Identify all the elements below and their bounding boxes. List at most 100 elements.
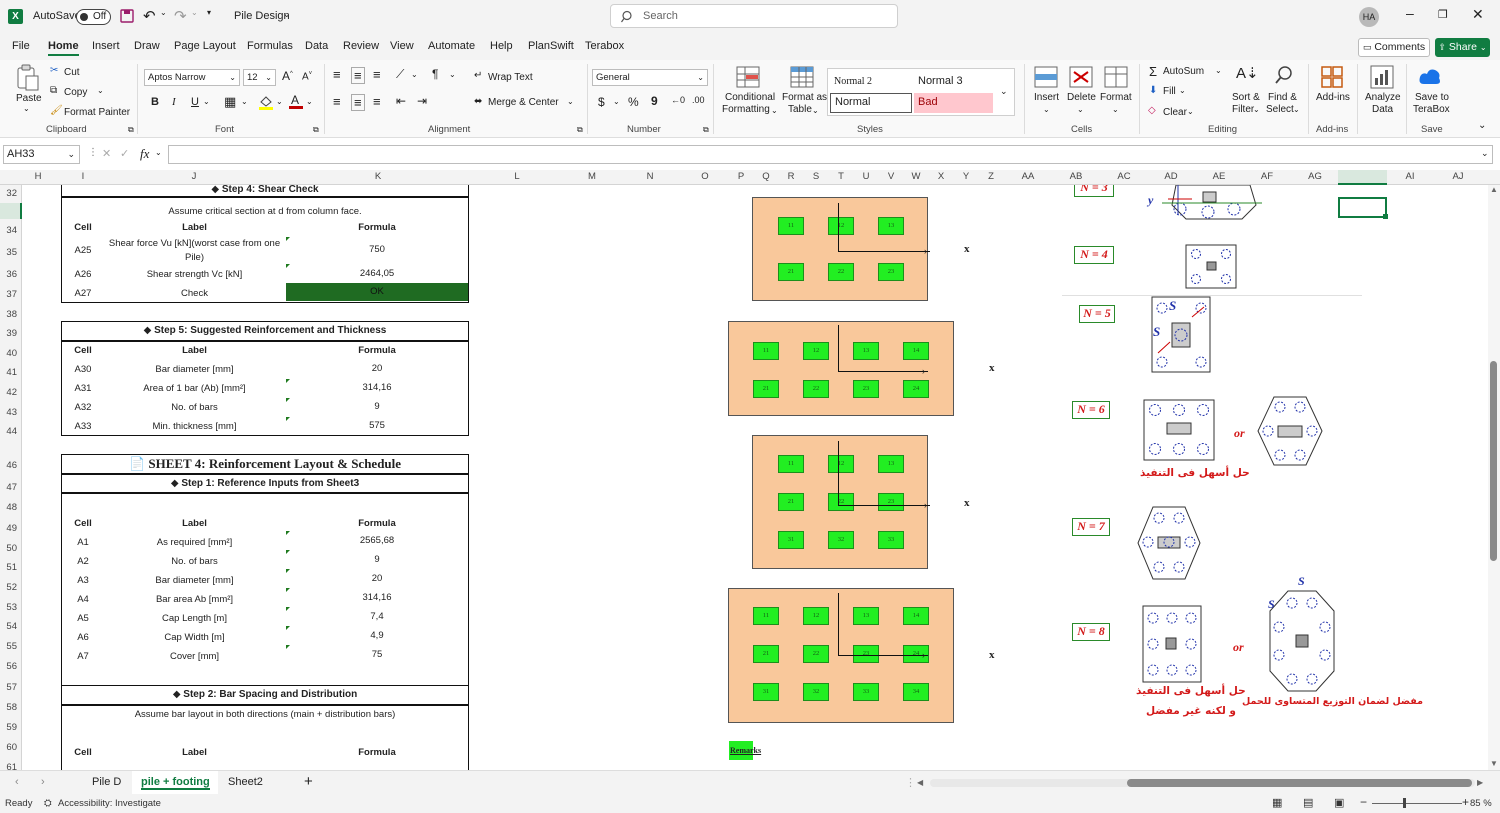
shear-check-ok-cell[interactable]: OK [286, 283, 468, 301]
font-launcher-icon[interactable]: ⧉ [313, 125, 319, 135]
hscroll-options-icon[interactable]: ⋮ [905, 776, 916, 789]
borders-dropdown-icon[interactable]: ⌄ [241, 97, 248, 106]
step5-row-label[interactable]: Area of 1 bar (Ab) [mm²] [102, 383, 287, 394]
formula-input[interactable] [168, 145, 1493, 164]
tab-page-layout[interactable]: Page Layout [174, 40, 236, 52]
font-size-select[interactable]: 12 ⌄ [243, 69, 276, 86]
fill-dropdown-icon[interactable]: ⌄ [276, 97, 283, 106]
step4-row-value[interactable]: 2464,05 [302, 268, 452, 279]
row-header-37[interactable]: 37 [6, 289, 17, 300]
conditional-formatting-icon[interactable] [736, 66, 760, 88]
decrease-indent-icon[interactable]: ⇤ [396, 94, 406, 108]
copy-dropdown-icon[interactable]: ⌄ [97, 86, 104, 95]
row-header-60[interactable]: 60 [6, 742, 17, 753]
column-header-ai[interactable]: AI [1406, 171, 1415, 182]
sheet4-row-cell[interactable]: A5 [68, 613, 98, 624]
step5-row-value[interactable]: 575 [302, 420, 452, 431]
expand-formula-icon[interactable]: ⌄ [1481, 148, 1489, 159]
column-header-x[interactable]: X [938, 171, 944, 182]
align-left-icon[interactable]: ≡ [333, 94, 341, 109]
terabox-cloud-icon[interactable] [1418, 66, 1442, 88]
tab-terabox[interactable]: Terabox [585, 40, 624, 52]
selected-cell-ah33[interactable] [1338, 197, 1387, 218]
zoom-slider-thumb[interactable] [1403, 798, 1406, 808]
analyze-data-label[interactable]: Analyze [1365, 92, 1401, 103]
tab-scroll-left-icon[interactable]: ‹ [15, 776, 19, 788]
cancel-entry-icon[interactable]: ✕ [102, 147, 111, 160]
increase-font-icon[interactable]: A^ [282, 69, 293, 83]
tab-insert[interactable]: Insert [92, 40, 120, 52]
column-header-h[interactable]: H [35, 171, 42, 182]
fill-button[interactable]: Fill [1163, 86, 1176, 97]
add-sheet-icon[interactable]: + [304, 773, 313, 790]
style-normal3[interactable]: Normal 3 [918, 75, 963, 87]
step4-row-cell[interactable]: A25 [68, 245, 98, 256]
sheet4-row-value[interactable]: 4,9 [302, 630, 452, 641]
undo-dropdown-icon[interactable]: ⌄ [160, 8, 167, 17]
sheet4-row-cell[interactable]: A4 [68, 594, 98, 605]
sheet4-row-value[interactable]: 75 [302, 649, 452, 660]
tab-scroll-right-icon[interactable]: › [41, 776, 45, 788]
align-top-icon[interactable]: ≡ [333, 67, 341, 82]
sort-dropdown-icon[interactable]: ⌄ [1253, 105, 1260, 114]
sheet4-row-label[interactable]: Bar area Ab [mm²] [102, 594, 287, 605]
step5-row-value[interactable]: 9 [302, 401, 452, 412]
accessibility-status[interactable]: Accessibility: Investigate [58, 798, 161, 809]
collapse-ribbon-icon[interactable]: ⌄ [1478, 120, 1486, 131]
number-format-select[interactable]: General ⌄ [592, 69, 708, 86]
clipboard-launcher-icon[interactable]: ⧉ [128, 125, 134, 135]
style-bad[interactable]: Bad [914, 93, 993, 113]
row-header-58[interactable]: 58 [6, 702, 17, 713]
column-header-v[interactable]: V [888, 171, 894, 182]
text-direction-dropdown-icon[interactable]: ⌄ [449, 70, 456, 79]
tab-automate[interactable]: Automate [428, 40, 475, 52]
column-header-q[interactable]: Q [762, 171, 769, 182]
font-color-dropdown-icon[interactable]: ⌄ [306, 97, 313, 106]
redo-dropdown-icon[interactable]: ⌄ [191, 8, 198, 17]
analyze-data-label2[interactable]: Data [1372, 104, 1393, 115]
find-dropdown-icon[interactable]: ⌄ [1293, 105, 1300, 114]
row-header-32[interactable]: 32 [6, 188, 17, 199]
add-ins-button[interactable]: Add-ins [1316, 92, 1350, 103]
hscroll-right-icon[interactable]: ▶ [1477, 778, 1483, 787]
paste-dropdown-icon[interactable]: ⌄ [23, 104, 30, 113]
page-break-view-icon[interactable]: ▣ [1334, 796, 1344, 809]
insert-function-button[interactable]: fx [140, 146, 149, 162]
row-header-43[interactable]: 43 [6, 407, 17, 418]
sheet4-row-value[interactable]: 20 [302, 573, 452, 584]
row-header-44[interactable]: 44 [6, 426, 17, 437]
row-header-52[interactable]: 52 [6, 582, 17, 593]
row-header-36[interactable]: 36 [6, 269, 17, 280]
format-as-table-label[interactable]: Format as [782, 92, 827, 103]
normal-view-icon[interactable]: ▦ [1272, 796, 1282, 809]
sheet4-row-label[interactable]: As required [mm²] [102, 537, 287, 548]
row-header-41[interactable]: 41 [6, 367, 17, 378]
clear-dropdown-icon[interactable]: ⌄ [1187, 107, 1194, 116]
column-header-s[interactable]: S [813, 171, 819, 182]
zoom-level[interactable]: 85 % [1470, 798, 1492, 809]
format-dropdown-icon[interactable]: ⌄ [1112, 105, 1119, 114]
sheet4-row-value[interactable]: 314,16 [302, 592, 452, 603]
tab-home[interactable]: Home [48, 40, 79, 56]
name-box[interactable]: AH33 ⌄ [3, 145, 80, 164]
step5-row-cell[interactable]: A30 [68, 364, 98, 375]
column-header-m[interactable]: M [588, 171, 596, 182]
sheet-tab-pile-footing[interactable]: pile + footing [141, 776, 210, 790]
autosum-button[interactable]: AutoSum [1163, 66, 1204, 77]
underline-dropdown-icon[interactable]: ⌄ [203, 97, 210, 106]
tab-file[interactable]: File [12, 40, 30, 52]
sheet4-row-cell[interactable]: A7 [68, 651, 98, 662]
format-as-table-icon[interactable] [790, 66, 814, 88]
column-header-aj[interactable]: AJ [1452, 171, 1463, 182]
row-header-53[interactable]: 53 [6, 602, 17, 613]
tab-help[interactable]: Help [490, 40, 513, 52]
step5-row-label[interactable]: Bar diameter [mm] [102, 364, 287, 375]
row-header-46[interactable]: 46 [6, 460, 17, 471]
insert-cells-icon[interactable] [1034, 66, 1058, 88]
step4-row-label[interactable]: Check [102, 288, 287, 299]
row-header-57[interactable]: 57 [6, 682, 17, 693]
cut-button[interactable]: Cut [64, 67, 80, 78]
number-launcher-icon[interactable]: ⧉ [703, 125, 709, 135]
orientation-icon[interactable]: ⟋ [396, 67, 404, 82]
conditional-formatting-label2[interactable]: Formatting [722, 104, 770, 115]
